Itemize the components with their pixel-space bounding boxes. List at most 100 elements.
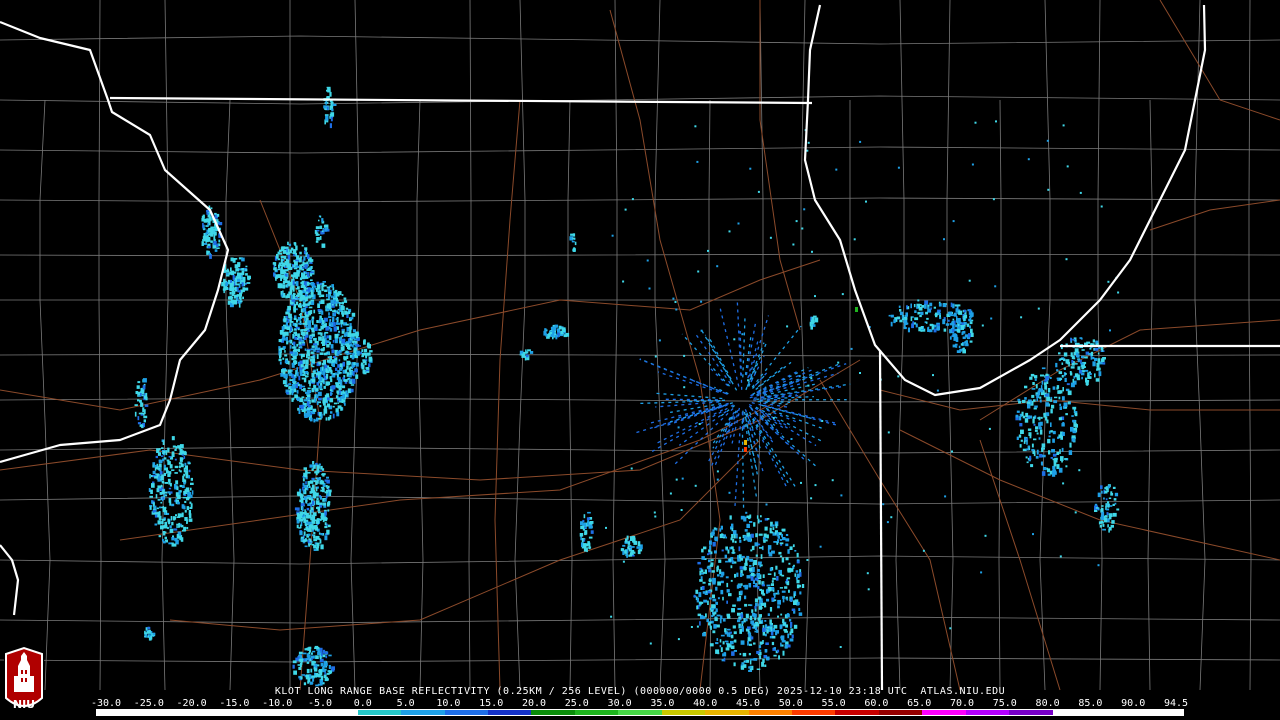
- colorbar-tick-label: 50.0: [778, 698, 803, 709]
- product-caption: KLOT LONG RANGE BASE REFLECTIVITY (0.25K…: [274, 686, 1006, 697]
- echo-pixel: [334, 372, 337, 376]
- echo-pixel: [319, 658, 324, 663]
- echo-speck: [624, 208, 627, 211]
- echo-speck: [728, 230, 731, 233]
- echo-pixel: [1021, 411, 1024, 417]
- echo-pixel: [175, 446, 178, 449]
- echo-pixel: [307, 533, 311, 536]
- echo-pixel: [747, 640, 749, 646]
- echo-pixel: [338, 337, 342, 342]
- echo-pixel: [308, 485, 311, 488]
- echo-pixel: [1081, 365, 1084, 369]
- echo-pixel: [159, 511, 161, 516]
- echo-speck: [677, 638, 680, 641]
- echo-pixel: [276, 253, 279, 259]
- echo-pixel: [966, 323, 970, 327]
- echo-speck: [777, 615, 779, 618]
- echo-pixel: [713, 624, 717, 629]
- colorbar-tick-label: 94.5: [1163, 698, 1189, 709]
- echo-pixel: [307, 481, 310, 486]
- echo-pixel: [208, 252, 211, 255]
- echo-pixel: [341, 312, 344, 317]
- echo-pixel: [216, 244, 219, 247]
- echo-pixel: [306, 282, 310, 286]
- echo-pixel: [1100, 520, 1104, 524]
- echo-pixel: [241, 282, 244, 287]
- county-line: [98, 0, 102, 691]
- echo-pixel: [788, 562, 791, 565]
- echo-pixel: [141, 390, 145, 394]
- echo-pixel: [1106, 512, 1109, 516]
- colorbar-segment: [140, 710, 184, 715]
- echo-pixel: [297, 493, 302, 497]
- echo-pixel: [572, 233, 576, 237]
- echo-pixel: [285, 276, 289, 279]
- echo-pixel: [1088, 352, 1091, 356]
- echo-pixel: [1105, 498, 1108, 501]
- echo-pixel: [322, 281, 326, 283]
- echo-pixel: [731, 546, 734, 549]
- echo-pixel: [316, 497, 319, 500]
- echo-pixel: [317, 664, 320, 667]
- echo-speck: [654, 355, 657, 358]
- echo-pixel: [142, 407, 145, 412]
- echo-pixel: [1059, 449, 1061, 454]
- echo-pixel: [299, 658, 304, 663]
- echo-pixel: [712, 598, 717, 602]
- echo-pixel: [793, 593, 795, 598]
- echo-pixel: [903, 324, 906, 329]
- echo-pixel: [731, 651, 735, 656]
- echo-pixel: [706, 618, 709, 623]
- echo-pixel: [1027, 428, 1032, 431]
- echo-pixel: [789, 638, 794, 642]
- echo-speck: [1032, 533, 1034, 536]
- echo-pixel: [368, 352, 371, 356]
- echo-pixel: [712, 580, 716, 585]
- echo-pixel: [155, 466, 159, 470]
- colorbar-tick-label: 35.0: [650, 698, 675, 709]
- echo-pixel: [736, 597, 741, 602]
- echo-pixel: [326, 106, 329, 110]
- echo-pixel: [169, 493, 171, 496]
- echo-pixel: [888, 314, 891, 317]
- echo-pixel: [962, 336, 966, 339]
- echo-pixel: [792, 544, 795, 548]
- echo-pixel: [301, 507, 304, 512]
- echo-pixel: [296, 390, 299, 394]
- echo-pixel: [213, 231, 215, 233]
- echo-pixel: [315, 375, 318, 378]
- echo-pixel: [317, 372, 322, 375]
- echo-pixel: [954, 304, 959, 307]
- echo-pixel: [354, 368, 358, 373]
- echo-pixel: [327, 524, 331, 528]
- echo-pixel: [775, 523, 778, 529]
- echo-pixel: [1058, 371, 1063, 375]
- echo-pixel: [348, 367, 351, 372]
- echo-pixel: [282, 346, 286, 349]
- echo-pixel: [168, 456, 172, 458]
- colorbar-tick-label: 10.0: [436, 698, 461, 709]
- echo-pixel: [704, 569, 707, 574]
- echo-pixel: [767, 573, 772, 575]
- echo-pixel: [289, 351, 294, 354]
- echo-speck: [677, 426, 680, 429]
- echo-pixel: [1074, 363, 1078, 365]
- echo-pixel: [332, 413, 335, 419]
- echo-pixel: [317, 308, 321, 312]
- echo-speck: [1020, 316, 1023, 319]
- echo-pixel: [1032, 416, 1036, 419]
- echo-pixel: [1062, 387, 1064, 392]
- echo-pixel: [721, 549, 724, 552]
- echo-pixel: [784, 630, 788, 633]
- echo-pixel: [292, 280, 295, 286]
- echo-pixel: [631, 546, 635, 548]
- echo-speck: [737, 222, 740, 225]
- echo-pixel: [732, 530, 737, 535]
- echo-pixel: [1108, 497, 1112, 499]
- echo-pixel: [176, 501, 180, 505]
- echo-pixel: [629, 546, 631, 548]
- echo-pixel: [137, 399, 140, 402]
- echo-pixel: [315, 226, 320, 229]
- echo-pixel: [1058, 390, 1063, 394]
- echo-pixel: [919, 315, 922, 318]
